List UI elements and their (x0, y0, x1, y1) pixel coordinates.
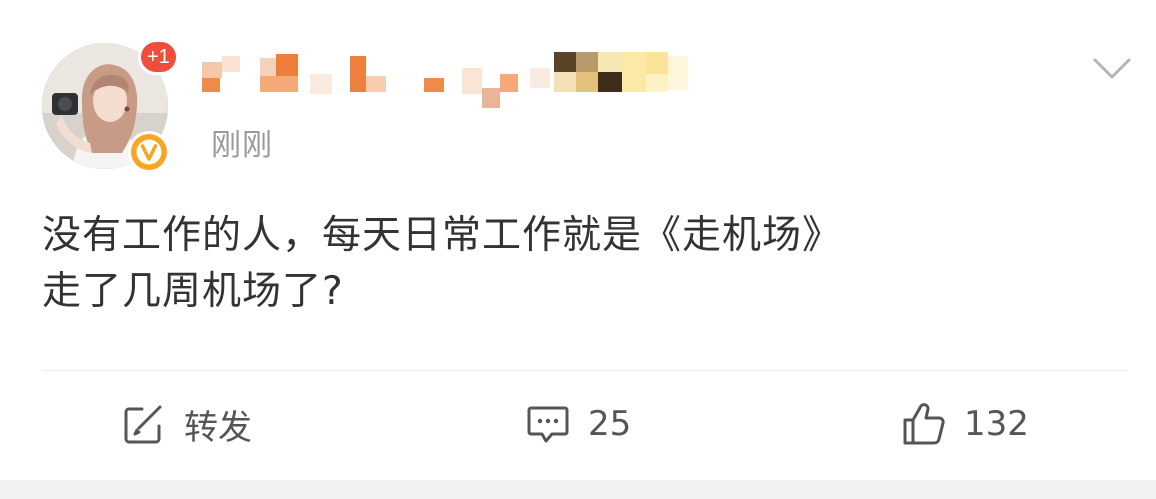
share-icon (120, 400, 168, 448)
comment-count: 25 (588, 404, 632, 444)
bottom-strip (0, 480, 1156, 499)
chevron-down-icon[interactable] (1092, 56, 1132, 82)
notification-badge: +1 (138, 39, 179, 75)
username-pixelated[interactable] (200, 48, 690, 114)
post-body: 没有工作的人，每天日常工作就是《走机场》 走了几周机场了? (42, 208, 1122, 320)
comment-icon (524, 400, 572, 448)
like-button[interactable]: 132 (900, 398, 1029, 450)
repost-button[interactable]: 转发 (120, 398, 252, 450)
post-body-line-2: 走了几周机场了? (42, 269, 344, 314)
repost-label: 转发 (184, 407, 252, 448)
thumbs-up-icon (900, 400, 948, 448)
divider (42, 370, 1128, 371)
verified-v-badge-icon (128, 131, 170, 173)
like-count: 132 (964, 404, 1029, 444)
author-avatar-group[interactable]: +1 (42, 39, 179, 173)
post-timestamp: 刚刚 (211, 128, 273, 163)
post-body-line-1: 没有工作的人，每天日常工作就是《走机场》 (42, 213, 843, 258)
comment-button[interactable]: 25 (524, 398, 631, 450)
